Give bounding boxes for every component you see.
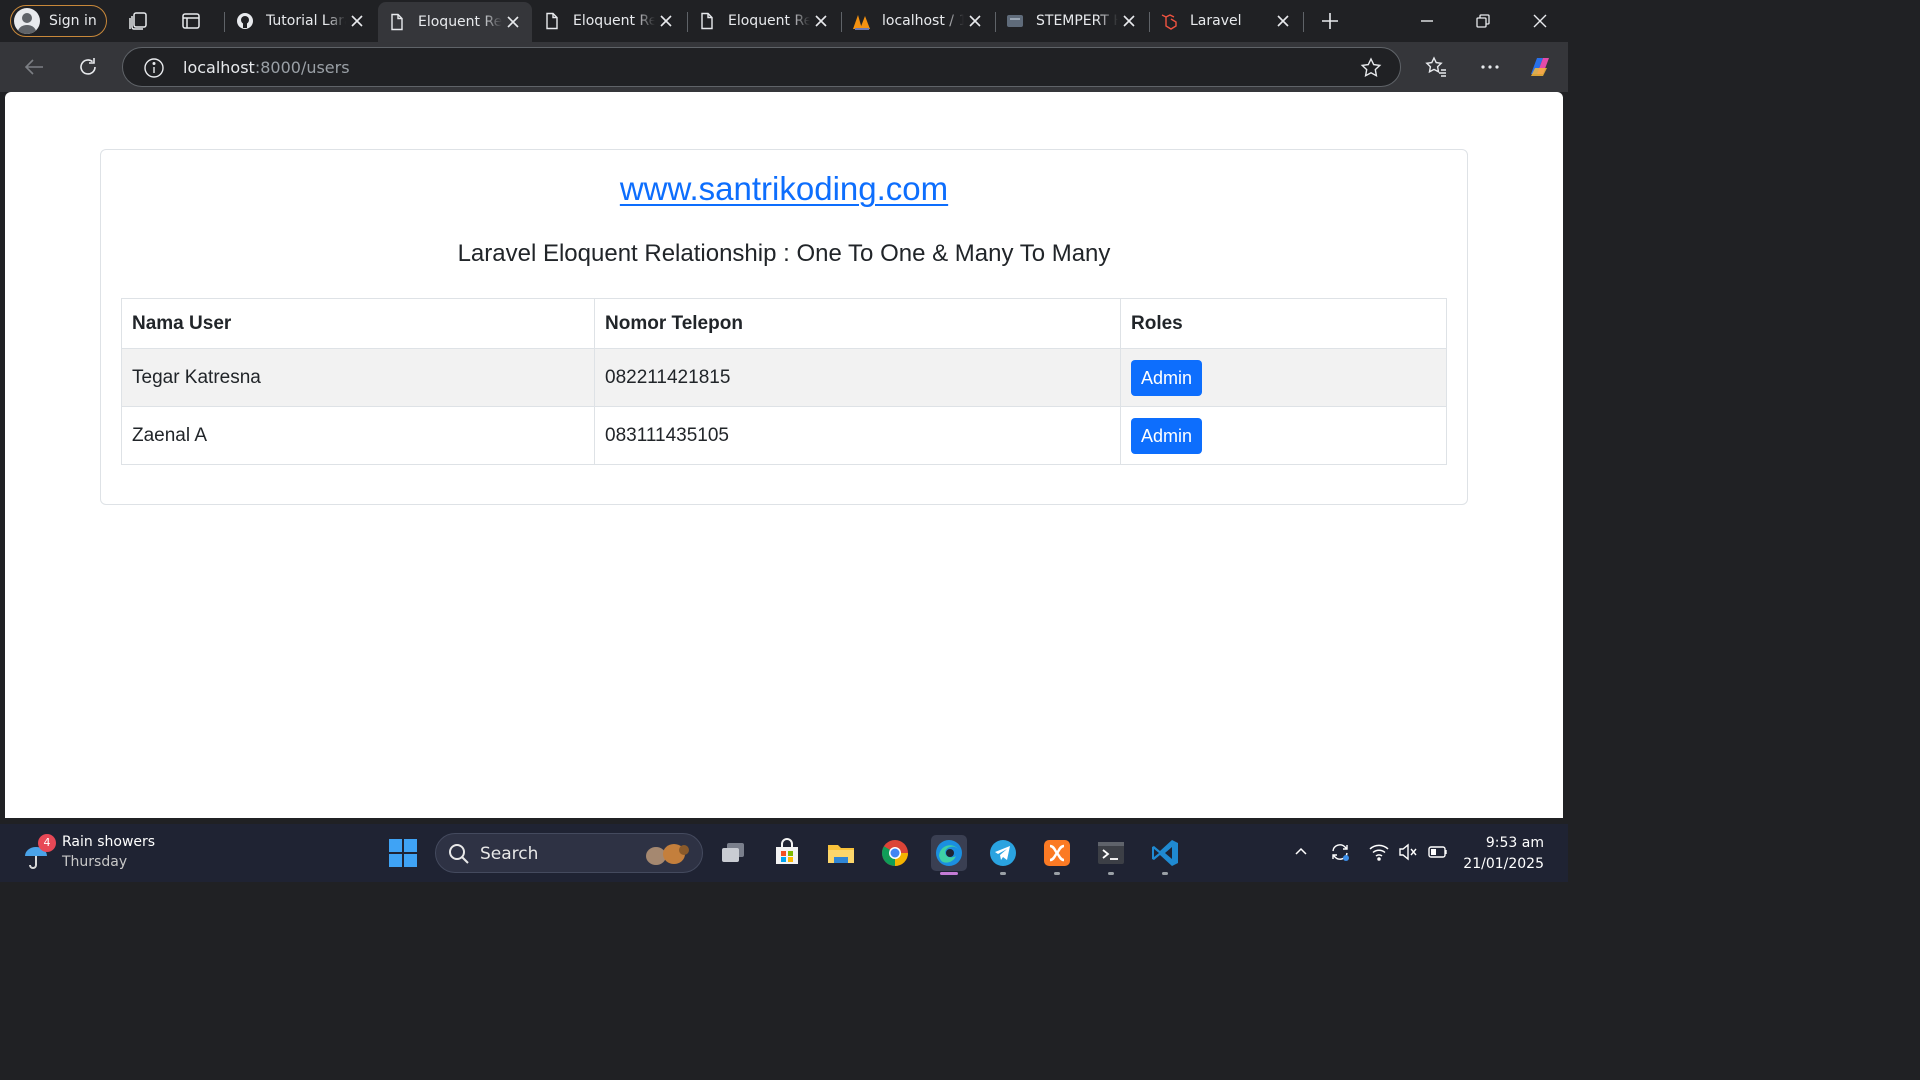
file-explorer-icon[interactable] xyxy=(823,835,859,871)
user-name-cell: Tegar Katresna xyxy=(121,348,595,407)
address-bar[interactable]: localhost:8000/users xyxy=(122,47,1401,87)
battery-icon[interactable] xyxy=(1426,840,1450,864)
roles-cell: Admin xyxy=(1120,406,1447,465)
system-clock[interactable]: 9:53 am 21/01/2025 xyxy=(1463,833,1544,875)
url-host: localhost xyxy=(183,58,255,77)
close-tab-icon[interactable] xyxy=(655,10,677,32)
windows-taskbar: 4 Rain showers Thursday Search 9:53 am 2… xyxy=(0,824,1568,882)
stempert-icon xyxy=(1006,12,1024,30)
site-info-icon[interactable] xyxy=(143,57,165,79)
restore-button[interactable] xyxy=(1467,6,1499,36)
search-label: Search xyxy=(480,844,539,864)
column-header-nomor-telepon: Nomor Telepon xyxy=(594,298,1121,349)
tab-eloquent-relationship[interactable]: Eloquent Relationship xyxy=(533,4,685,38)
tab-stempert[interactable]: STEMPERT HQ xyxy=(996,4,1148,38)
search-highlight-icon xyxy=(644,840,692,868)
github-icon xyxy=(236,12,254,30)
minimize-button[interactable] xyxy=(1411,6,1443,36)
close-tab-icon[interactable] xyxy=(502,11,524,33)
tab-laravel[interactable]: Laravel xyxy=(1150,4,1302,38)
tab-tutorial-laravel[interactable]: Tutorial Laravel xyxy=(226,4,376,38)
microsoft-store-icon[interactable] xyxy=(769,835,805,871)
close-tab-icon[interactable] xyxy=(810,10,832,32)
tab-strip: Sign in Tutorial Laravel Eloquent Relati… xyxy=(0,0,1568,42)
tab-eloquent-relationship-active[interactable]: Eloquent Relationship xyxy=(378,2,532,42)
phone-cell: 083111435105 xyxy=(594,406,1121,465)
tab-title: Eloquent Relationship xyxy=(418,14,502,30)
start-button[interactable] xyxy=(385,835,421,871)
site-link[interactable]: www.santrikoding.com xyxy=(101,170,1467,208)
table-row: Tegar Katresna 082211421815 Admin xyxy=(121,348,1447,407)
user-name-cell: Zaenal A xyxy=(121,406,595,465)
back-button[interactable] xyxy=(21,54,47,80)
tab-phpmyadmin[interactable]: localhost / 127.0.0.1 xyxy=(842,4,994,38)
table-header-row: Nama User Nomor Telepon Roles xyxy=(121,298,1447,349)
volume-muted-icon[interactable] xyxy=(1396,840,1420,864)
close-tab-icon[interactable] xyxy=(1272,10,1294,32)
close-window-button[interactable] xyxy=(1524,6,1556,36)
clock-time: 9:53 am xyxy=(1485,835,1544,851)
chrome-icon[interactable] xyxy=(877,835,913,871)
terminal-icon[interactable] xyxy=(1093,835,1129,875)
role-badge: Admin xyxy=(1131,417,1203,454)
role-badge: Admin xyxy=(1131,359,1203,396)
document-icon xyxy=(543,12,561,30)
profile-avatar-icon xyxy=(14,8,40,34)
laravel-icon xyxy=(1160,12,1178,30)
sync-icon[interactable] xyxy=(1328,840,1352,864)
favorites-icon[interactable] xyxy=(1423,54,1449,80)
edge-icon[interactable] xyxy=(931,835,967,875)
xampp-icon[interactable] xyxy=(1039,835,1075,875)
taskbar-search[interactable]: Search xyxy=(435,833,703,873)
vscode-icon[interactable] xyxy=(1147,835,1183,875)
url-path: :8000/users xyxy=(254,58,350,77)
sign-in-button[interactable]: Sign in xyxy=(10,5,107,37)
tab-title: localhost / 127.0.0.1 xyxy=(882,13,964,29)
weather-widget[interactable]: 4 Rain showers Thursday xyxy=(22,834,172,874)
weather-day: Thursday xyxy=(62,854,128,870)
task-view-icon[interactable] xyxy=(715,835,751,871)
tab-title: Tutorial Laravel xyxy=(266,13,346,29)
telegram-icon[interactable] xyxy=(985,835,1021,875)
roles-cell: Admin xyxy=(1120,348,1447,407)
table-row: Zaenal A 083111435105 Admin xyxy=(121,406,1447,465)
close-tab-icon[interactable] xyxy=(346,10,368,32)
reload-button[interactable] xyxy=(75,54,101,80)
document-icon xyxy=(698,12,716,30)
column-header-roles: Roles xyxy=(1120,298,1447,349)
tab-actions-icon[interactable] xyxy=(179,9,203,33)
workspaces-icon[interactable] xyxy=(127,9,151,33)
search-icon xyxy=(448,843,470,865)
document-icon xyxy=(388,13,406,31)
column-header-nama-user: Nama User xyxy=(121,298,595,349)
close-tab-icon[interactable] xyxy=(964,10,986,32)
users-table: Nama User Nomor Telepon Roles Tegar Katr… xyxy=(121,298,1447,465)
page-viewport: www.santrikoding.com Laravel Eloquent Re… xyxy=(5,92,1563,818)
url-text: localhost:8000/users xyxy=(183,58,350,77)
tab-eloquent-relationship[interactable]: Eloquent Relationship xyxy=(688,4,840,38)
phone-cell: 082211421815 xyxy=(594,348,1121,407)
copilot-icon[interactable] xyxy=(1527,54,1553,80)
phpmyadmin-icon xyxy=(852,12,870,30)
tab-title: Eloquent Relationship xyxy=(573,13,655,29)
clock-date: 21/01/2025 xyxy=(1463,856,1544,872)
wifi-icon[interactable] xyxy=(1367,840,1391,864)
browser-toolbar: localhost:8000/users xyxy=(0,42,1568,92)
content-card: www.santrikoding.com Laravel Eloquent Re… xyxy=(100,149,1468,505)
tab-title: Eloquent Relationship xyxy=(728,13,810,29)
page-title: Laravel Eloquent Relationship : One To O… xyxy=(457,240,1111,267)
show-hidden-icons-chevron-icon[interactable] xyxy=(1289,840,1313,864)
favorite-star-icon[interactable] xyxy=(1360,57,1382,79)
tab-title: Laravel xyxy=(1190,13,1242,29)
new-tab-button[interactable] xyxy=(1314,6,1346,36)
weather-condition: Rain showers xyxy=(62,834,156,850)
weather-alert-count: 4 xyxy=(38,834,56,852)
more-options-icon[interactable] xyxy=(1477,54,1503,80)
close-tab-icon[interactable] xyxy=(1118,10,1140,32)
sign-in-label: Sign in xyxy=(49,13,97,29)
tab-title: STEMPERT HQ xyxy=(1036,13,1118,29)
